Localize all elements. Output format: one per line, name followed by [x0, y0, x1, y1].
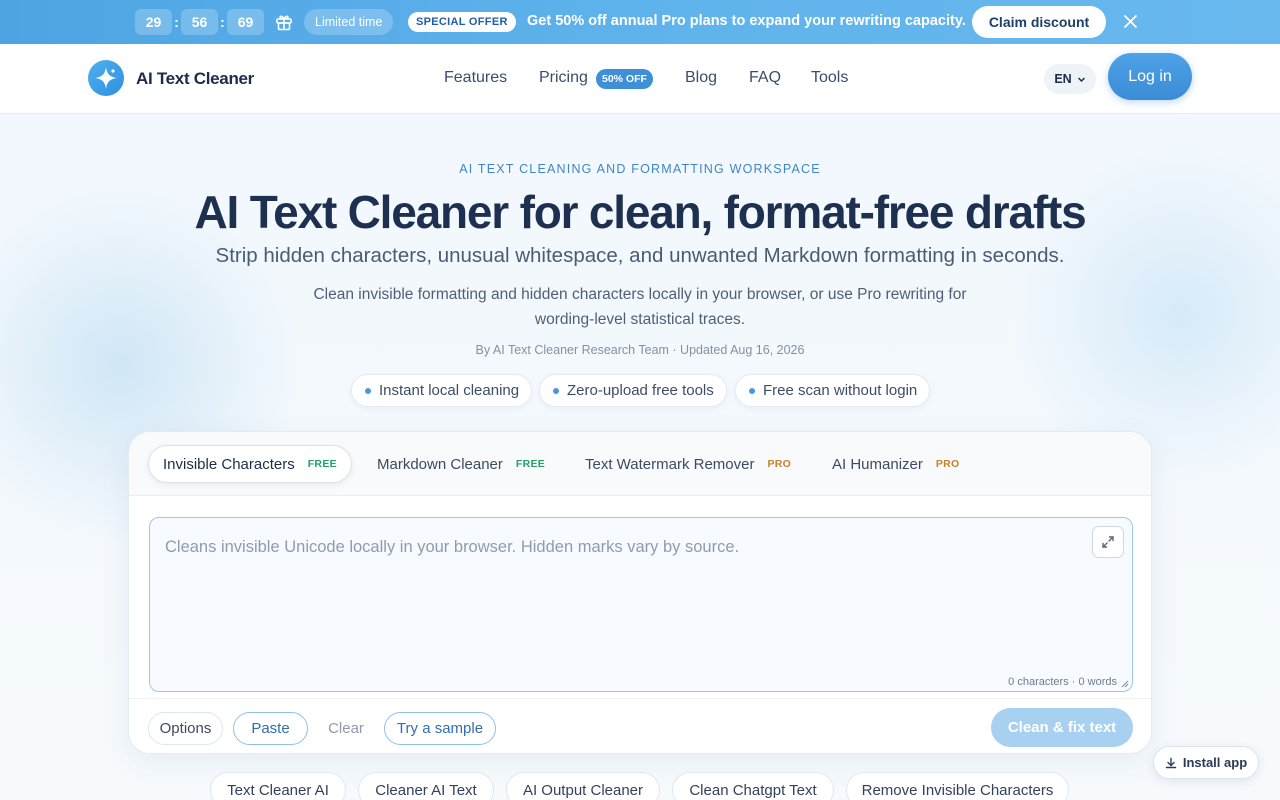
bullet-dot-icon [365, 387, 371, 394]
tab-invisible-characters[interactable]: Invisible Characters FREE [148, 445, 352, 483]
language-selector[interactable]: EN [1044, 64, 1096, 94]
feature-chip: Instant local cleaning [351, 374, 533, 407]
promo-bar: 29 : 56 : 69 Limited time SPECIAL OFFER … [0, 0, 1280, 44]
language-label: EN [1054, 72, 1072, 86]
logo-icon[interactable] [88, 60, 124, 96]
limited-time-pill: Limited time [304, 9, 394, 35]
chevron-down-icon [1077, 76, 1085, 82]
text-input-placeholder: Cleans invisible Unicode locally in your… [165, 538, 740, 556]
try-sample-button[interactable]: Try a sample [384, 712, 496, 745]
special-offer-badge: SPECIAL OFFER [408, 12, 516, 32]
keyword-chip[interactable]: Remove Invisible Characters [846, 772, 1069, 800]
text-input-area[interactable]: Cleans invisible Unicode locally in your… [149, 517, 1133, 692]
tab-label: Markdown Cleaner [377, 455, 503, 473]
timer-hours: 29 [135, 9, 172, 35]
tab-label: Invisible Characters [163, 455, 295, 473]
resize-handle-icon[interactable] [1121, 680, 1129, 688]
timer-separator: : [220, 14, 225, 30]
keyword-chip[interactable]: Clean Chatgpt Text [672, 772, 834, 800]
pro-badge: PRO [935, 458, 960, 470]
free-badge: FREE [515, 458, 546, 470]
claim-discount-button[interactable]: Claim discount [972, 6, 1106, 38]
install-app-label: Install app [1182, 755, 1248, 770]
tab-markdown-cleaner[interactable]: Markdown Cleaner FREE [363, 445, 559, 483]
feature-chip: Zero-upload free tools [539, 374, 727, 407]
tool-action-bar: Options Paste Clear Try a sample Clean &… [129, 698, 1151, 753]
install-app-button[interactable]: Install app [1153, 746, 1259, 779]
options-button[interactable]: Options [148, 712, 223, 745]
promo-message: Get 50% off annual Pro plans to expand y… [527, 13, 966, 29]
expand-button[interactable] [1092, 526, 1124, 558]
paste-button[interactable]: Paste [233, 712, 308, 745]
close-icon[interactable] [1122, 13, 1139, 30]
tab-text-watermark-remover[interactable]: Text Watermark Remover PRO [571, 445, 805, 483]
brand-name[interactable]: AI Text Cleaner [136, 69, 254, 89]
tab-label: Text Watermark Remover [585, 455, 755, 473]
free-badge: FREE [307, 458, 337, 470]
nav-features[interactable]: Features [444, 69, 507, 87]
clean-fix-text-button[interactable]: Clean & fix text [991, 708, 1133, 747]
feature-chip-label: Zero-upload free tools [567, 382, 714, 399]
author-byline: By AI Text Cleaner Research Team · Updat… [475, 343, 805, 357]
hero-subtitle: Strip hidden characters, unusual whitesp… [215, 244, 1065, 267]
login-button[interactable]: Log in [1108, 53, 1192, 100]
timer-seconds: 69 [227, 9, 264, 35]
bullet-dot-icon [553, 387, 559, 394]
gift-icon [276, 15, 292, 31]
hero-eyebrow: AI TEXT CLEANING AND FORMATTING WORKSPAC… [459, 162, 821, 176]
feature-chip: Free scan without login [735, 374, 931, 407]
keyword-chip[interactable]: Cleaner AI Text [358, 772, 494, 800]
expand-icon [1102, 536, 1114, 548]
feature-chip-label: Free scan without login [763, 382, 918, 399]
keyword-chip[interactable]: AI Output Cleaner [506, 772, 660, 800]
pricing-discount-badge: 50% OFF [596, 69, 653, 89]
nav-faq[interactable]: FAQ [749, 69, 781, 87]
nav-blog[interactable]: Blog [685, 69, 717, 87]
feature-chip-label: Instant local cleaning [379, 382, 520, 399]
hero-description: Clean invisible formatting and hidden ch… [313, 286, 967, 328]
tab-ai-humanizer[interactable]: AI Humanizer PRO [818, 445, 974, 483]
character-word-counter: 0 characters · 0 words [1008, 676, 1117, 688]
timer-minutes: 56 [181, 9, 218, 35]
timer-separator: : [174, 14, 179, 30]
cleaner-tool-card: Invisible Characters FREE Markdown Clean… [128, 431, 1152, 754]
pro-badge: PRO [767, 458, 792, 470]
download-icon [1165, 757, 1177, 768]
nav-tools[interactable]: Tools [811, 69, 848, 87]
bullet-dot-icon [749, 387, 755, 394]
nav-pricing[interactable]: Pricing [539, 69, 588, 87]
page-title: AI Text Cleaner for clean, format-free d… [194, 186, 1087, 238]
tab-label: AI Humanizer [832, 455, 923, 473]
countdown-timer: 29 : 56 : 69 [135, 9, 264, 35]
keyword-chip[interactable]: Text Cleaner AI [210, 772, 346, 800]
tool-tabs: Invisible Characters FREE Markdown Clean… [129, 432, 1151, 496]
site-header: AI Text Cleaner Features Pricing 50% OFF… [0, 44, 1280, 114]
clear-button[interactable]: Clear [318, 712, 374, 745]
